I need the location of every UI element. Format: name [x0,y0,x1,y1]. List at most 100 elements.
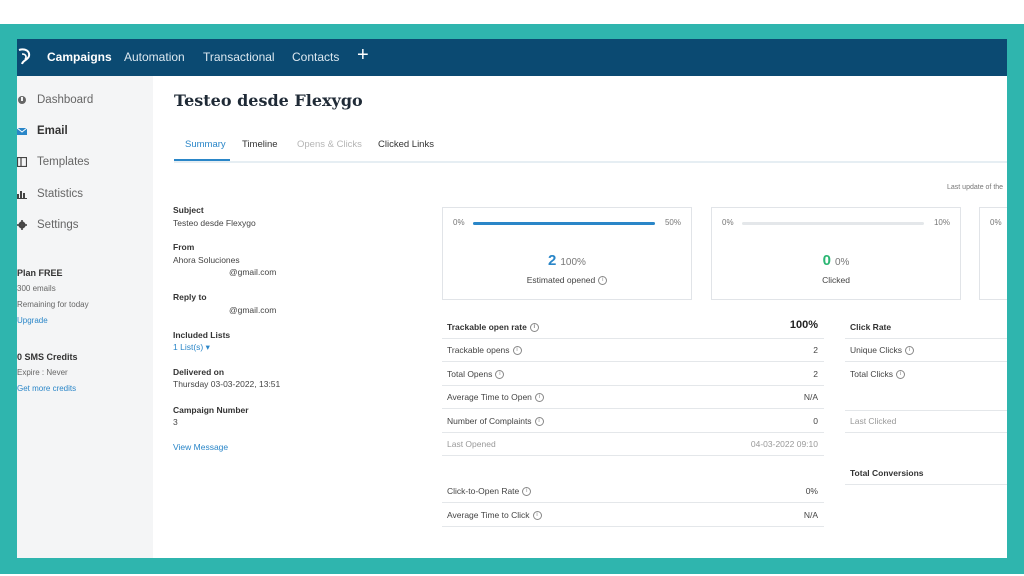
plan-emails: 300 emails [17,284,56,293]
info-icon[interactable]: i [534,417,544,427]
page-title: Testeo desde Flexygo [174,91,363,110]
opened-card: 0% 50% 2 100% Estimated opened i [442,207,692,300]
row-label: Trackable open rate i [447,322,539,333]
row-value: N/A [803,392,818,402]
reply-to-label: Reply to [173,292,207,302]
campaign-number-value: 3 [173,417,178,427]
clicked-value: 0 [822,252,831,269]
campaign-number-label: Campaign Number [173,405,249,415]
info-icon[interactable]: i [895,370,905,380]
table-row: Average Time to Click i N/A [442,504,824,527]
sidebar: Dashboard Email Templates Statistics Set… [17,76,153,558]
tab-clicked-links[interactable]: Clicked Links [378,139,434,150]
opened-percent: 100% [560,257,586,268]
clicked-percent: 0% [834,257,850,268]
row-label: Total Clicks i [850,369,905,380]
plan-remaining: Remaining for today [17,300,89,309]
row-value: 2 [813,369,818,379]
table-row: Last Opened 04-03-2022 09:10 [442,433,824,456]
progress-min: 0% [722,218,734,227]
sidebar-item-label: Statistics [37,188,84,200]
info-icon[interactable]: i [532,511,542,521]
nav-campaigns[interactable]: Campaigns [47,50,112,64]
opened-caption-text: Estimated opened [526,275,596,285]
app-window: Campaigns Automation Transactional Conta… [17,39,1007,558]
row-label-text: Trackable open rate [447,322,527,332]
templates-icon [17,157,27,167]
included-lists-dropdown[interactable]: 1 List(s) ▾ [173,342,210,353]
info-icon[interactable]: i [512,346,522,356]
row-value: 0 [813,416,818,426]
active-tab-indicator [174,159,230,161]
table-row: Last Clicked [845,410,1007,433]
progress-max: 10% [933,218,950,227]
info-icon[interactable]: i [598,276,608,286]
row-value: N/A [803,510,818,520]
tab-opens-clicks[interactable]: Opens & Clicks [297,139,362,150]
get-credits-link[interactable]: Get more credits [17,384,76,393]
clicked-caption: Clicked [822,275,850,285]
click-rate-row: Click Rate [845,316,1007,339]
nav-transactional[interactable]: Transactional [203,50,275,64]
row-label: Total Conversions [850,468,924,478]
row-label-text: Trackable opens [447,345,510,355]
table-row: Number of Complaints i 0 [442,410,824,433]
row-label-text: Click-to-Open Rate [447,486,520,496]
trackable-open-rate-row: Trackable open rate i 100% [442,316,824,339]
clicked-progress-track [742,222,924,225]
statistics-icon [17,191,27,199]
row-label: Last Clicked [850,416,897,426]
opened-count: 2 100% [443,252,691,270]
delivered-value: Thursday 03-03-2022, 13:51 [173,379,281,389]
opened-caption: Estimated opened i [443,275,691,286]
add-icon[interactable]: + [357,45,369,65]
upgrade-link[interactable]: Upgrade [17,316,48,325]
info-icon[interactable]: i [522,487,532,497]
row-value: 0% [805,486,818,496]
tab-summary[interactable]: Summary [185,139,226,150]
info-icon[interactable]: i [529,323,539,333]
row-label: Number of Complaints i [447,416,544,427]
opened-progress-fill [473,222,655,225]
reply-to-email: @gmail.com [229,305,277,315]
row-value: 2 [813,345,818,355]
row-value: 100% [789,319,818,331]
clicked-card: 0% 10% 0 0% Clicked [711,207,961,300]
info-icon[interactable]: i [534,393,544,403]
info-icon[interactable]: i [495,370,505,380]
sms-credits-title: 0 SMS Credits [17,352,78,362]
table-row: Trackable opens i 2 [442,339,824,362]
row-label-text: Total Opens [447,369,493,379]
top-nav-bar: Campaigns Automation Transactional Conta… [17,39,1007,76]
sidebar-item-label: Templates [37,156,90,168]
progress-min: 0% [990,218,1002,227]
nav-contacts[interactable]: Contacts [292,50,339,64]
subject-label: Subject [173,205,204,215]
view-message-link[interactable]: View Message [173,442,228,452]
row-label: Trackable opens i [447,345,522,356]
from-label: From [173,242,195,252]
tab-timeline[interactable]: Timeline [242,139,278,150]
included-lists-label: Included Lists [173,330,231,340]
delivered-label: Delivered on [173,367,225,377]
nav-automation[interactable]: Automation [124,50,185,64]
row-label-text: Average Time to Click [447,510,530,520]
top-margin [0,0,1024,24]
row-label: Last Opened [447,439,496,449]
row-label-text: Total Clicks [850,369,893,379]
gear-icon [17,220,27,230]
table-row: Total Opens i 2 [442,363,824,386]
row-label: Click Rate [850,322,892,332]
info-icon[interactable]: i [904,346,914,356]
sidebar-item-label: Dashboard [37,94,94,106]
brand-logo-icon[interactable] [17,48,35,66]
table-row: Total Clicks i [845,363,1007,411]
opened-value: 2 [548,252,557,269]
opened-progress-track [473,222,655,225]
row-label: Total Opens i [447,369,505,380]
envelope-icon [17,127,27,135]
table-row: Unique Clicks i [845,339,1007,362]
table-row: Click-to-Open Rate i 0% [442,480,824,503]
row-label-text: Unique Clicks [850,345,902,355]
row-label-text: Average Time to Open [447,392,532,402]
